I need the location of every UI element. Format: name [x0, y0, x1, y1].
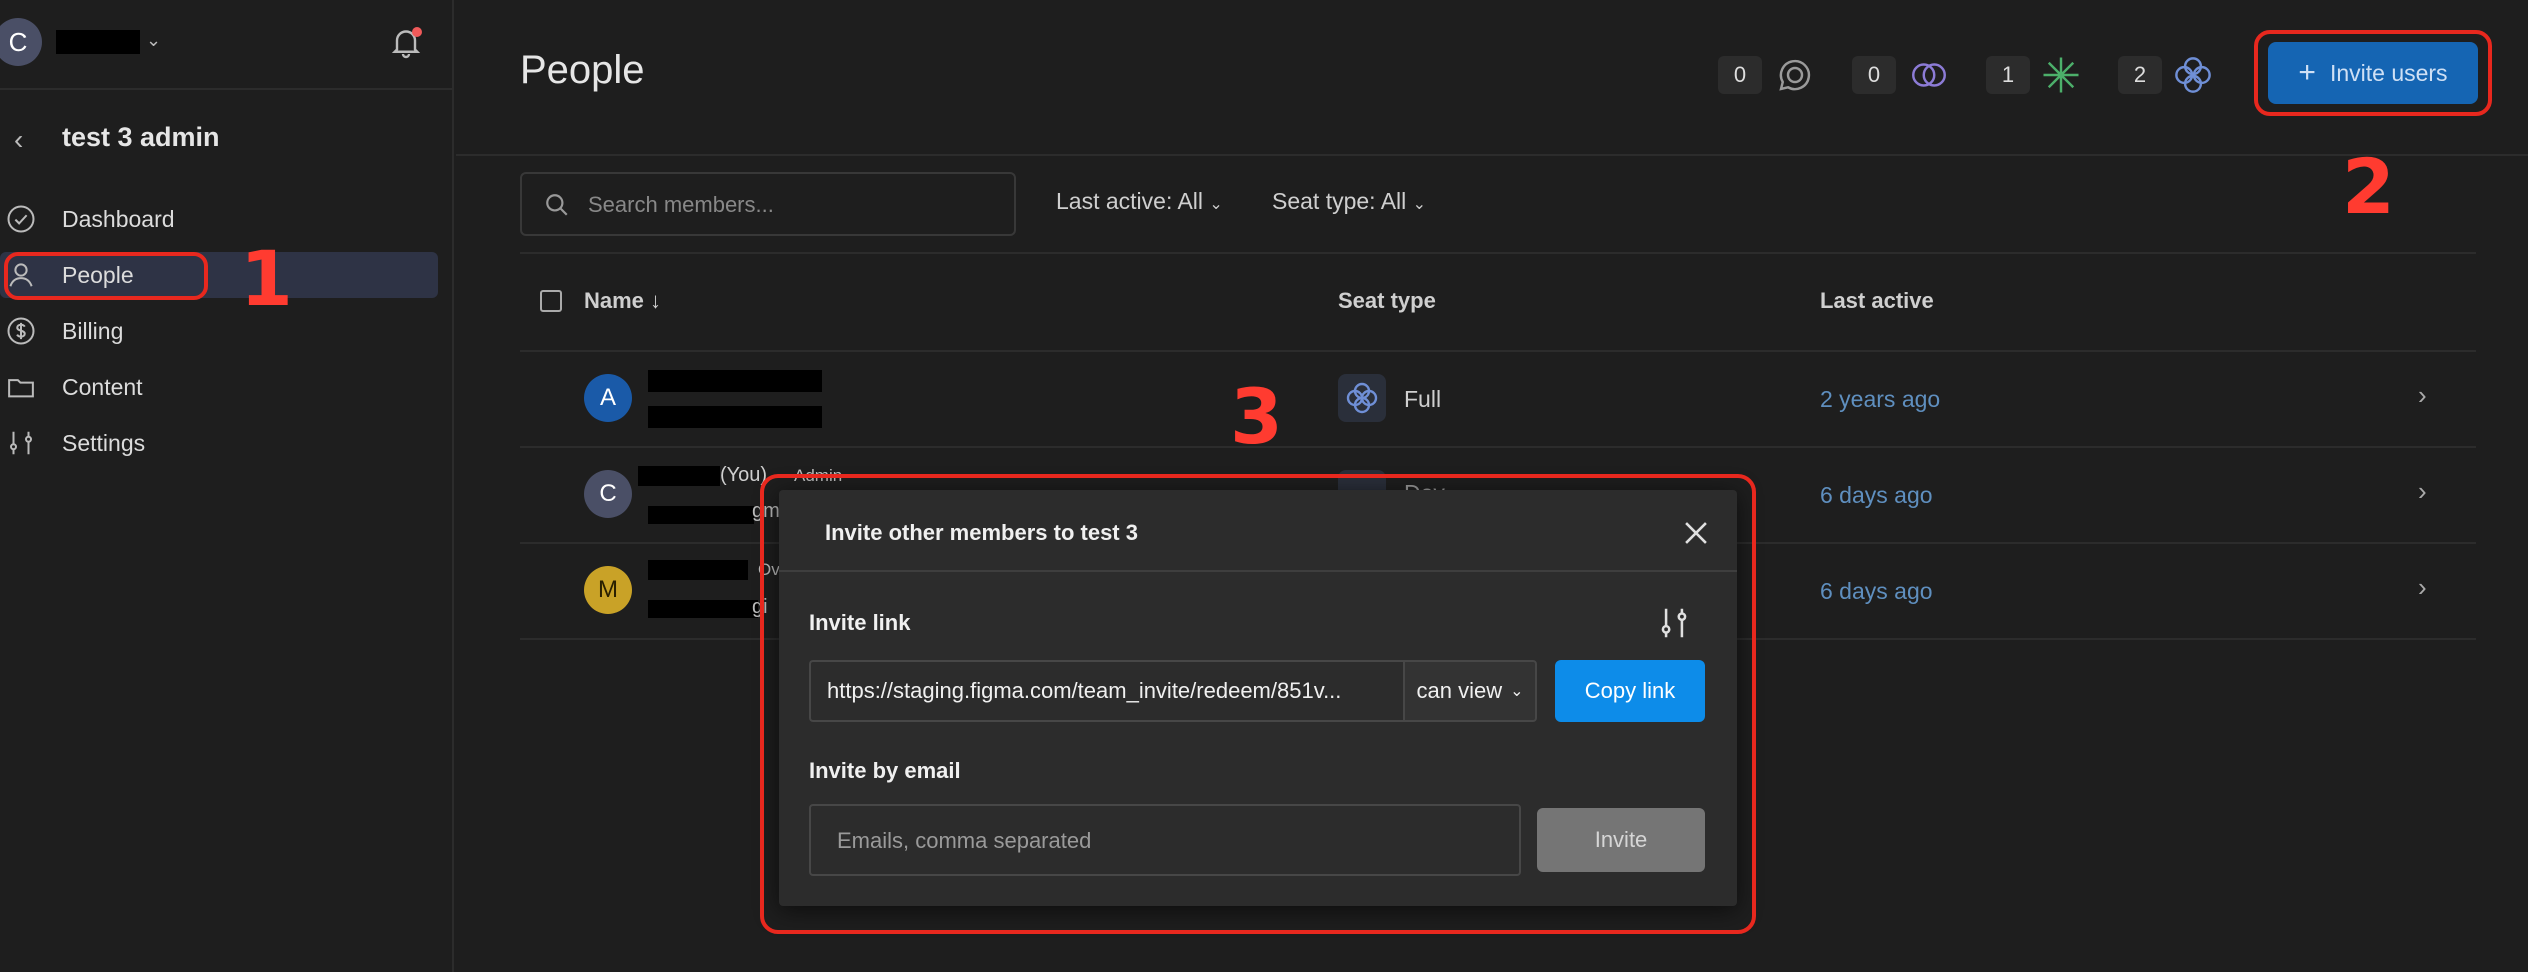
- seat-type-filter-label: Seat type: All: [1272, 188, 1407, 214]
- annotation-number-2: 2: [2342, 142, 2395, 231]
- column-header-name[interactable]: Name ↓: [584, 288, 661, 314]
- annotation-ring-people: [4, 252, 208, 300]
- sliders-icon: [10, 431, 32, 455]
- sidebar-item-settings[interactable]: Settings: [0, 420, 438, 466]
- redacted-email: [648, 506, 754, 524]
- page-title: People: [520, 48, 645, 92]
- seat-type-filter[interactable]: Seat type: All ⌄: [1272, 188, 1426, 215]
- redacted-name: [638, 466, 720, 486]
- sidebar: C ⌄ ‹ test 3 admin Dashboard People Bill…: [0, 0, 454, 972]
- seat-count-dev: 1: [1986, 56, 2030, 94]
- column-header-last-active[interactable]: Last active: [1820, 288, 1934, 314]
- sidebar-item-label: Dashboard: [62, 205, 175, 232]
- seat-count-full: 2: [2118, 56, 2162, 94]
- you-tag: (You): [720, 464, 768, 486]
- chevron-right-icon[interactable]: ›: [2418, 572, 2427, 603]
- search-box[interactable]: [520, 172, 1016, 236]
- chevron-down-icon: ⌄: [1209, 196, 1223, 213]
- seat-count-viewer: 0: [1718, 56, 1762, 94]
- account-avatar[interactable]: C: [0, 18, 42, 66]
- chevron-down-icon: ⌄: [1412, 196, 1427, 213]
- chevron-right-icon[interactable]: ›: [2418, 476, 2427, 507]
- sidebar-item-billing[interactable]: Billing: [0, 308, 438, 354]
- chat-bubble-icon: [1779, 59, 1811, 91]
- sidebar-item-label: Billing: [62, 317, 124, 344]
- account-header: C ⌄: [0, 0, 454, 90]
- chevron-down-icon[interactable]: ⌄: [146, 30, 161, 51]
- header-divider: [456, 154, 2528, 156]
- redacted-email: [648, 600, 758, 618]
- notification-dot: [412, 27, 422, 37]
- check-circle-icon: [7, 205, 35, 233]
- search-input[interactable]: [588, 186, 988, 224]
- avatar: A: [584, 374, 632, 422]
- dev-asterisk-icon: [2043, 57, 2079, 93]
- chevron-right-icon[interactable]: ›: [2418, 380, 2427, 411]
- seat-count-collab: 0: [1852, 56, 1896, 94]
- full-seat-icon: [2175, 57, 2211, 93]
- select-all-checkbox[interactable]: [540, 290, 562, 312]
- sidebar-item-label: Settings: [62, 429, 146, 456]
- seat-type-value: Full: [1404, 386, 1442, 412]
- redacted-account-name: [56, 30, 140, 54]
- last-active-value: 6 days ago: [1820, 578, 1933, 604]
- search-icon: [546, 194, 568, 216]
- column-header-seat-type[interactable]: Seat type: [1338, 288, 1436, 314]
- full-seat-icon: [1338, 374, 1386, 422]
- last-active-value: 6 days ago: [1820, 482, 1933, 508]
- back-chevron-icon[interactable]: ‹: [14, 124, 23, 156]
- team-title: test 3 admin: [62, 122, 220, 152]
- redacted-email: [648, 406, 822, 428]
- sidebar-item-content[interactable]: Content: [0, 364, 438, 410]
- last-active-filter[interactable]: Last active: All ⌄: [1056, 188, 1223, 215]
- dollar-circle-icon: [7, 317, 35, 345]
- annotation-ring-modal: [760, 474, 1756, 934]
- redacted-name: [648, 370, 822, 392]
- redacted-name: [648, 560, 748, 580]
- filter-divider: [520, 252, 2476, 254]
- overlapping-circles-icon: [1912, 63, 1946, 87]
- folder-icon: [8, 379, 34, 398]
- avatar: M: [584, 566, 632, 614]
- annotation-number-1: 1: [240, 234, 293, 323]
- row-divider: [520, 446, 2476, 448]
- row-divider: [520, 350, 2476, 352]
- last-active-filter-label: Last active: All: [1056, 188, 1204, 214]
- annotation-number-3: 3: [1230, 372, 1283, 461]
- last-active-value: 2 years ago: [1820, 386, 1941, 412]
- avatar: C: [584, 470, 632, 518]
- annotation-ring-invite: [2254, 30, 2492, 116]
- sidebar-item-label: Content: [62, 373, 143, 400]
- sidebar-item-dashboard[interactable]: Dashboard: [0, 196, 438, 242]
